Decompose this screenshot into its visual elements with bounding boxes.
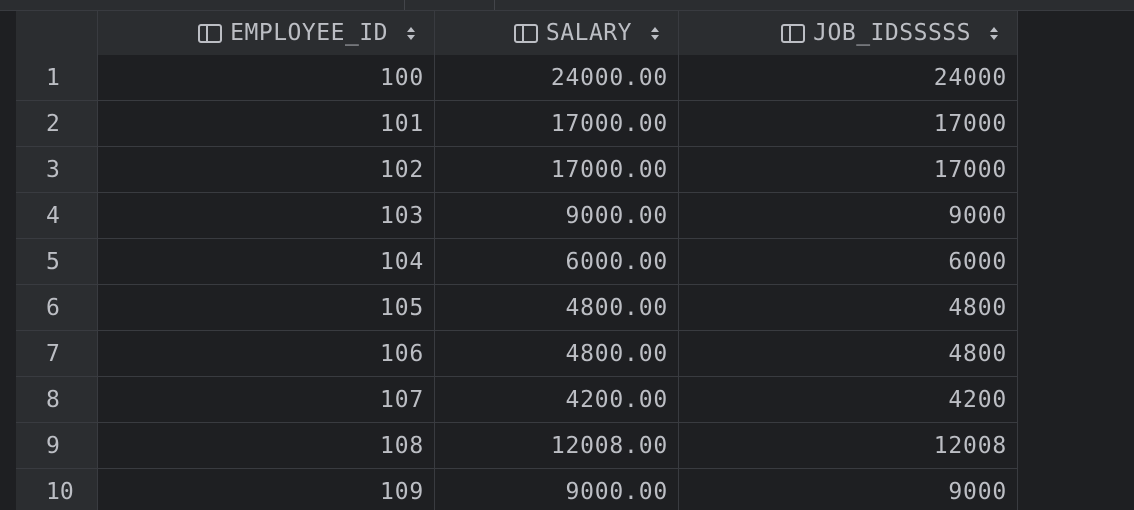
row-number[interactable]: 10 — [16, 469, 98, 510]
column-header-label: EMPLOYEE_ID — [230, 20, 388, 46]
table-row: 6 105 4800.00 4800 — [16, 285, 1018, 331]
cell-salary[interactable]: 12008.00 — [435, 423, 679, 469]
table-row: 3 102 17000.00 17000 — [16, 147, 1018, 193]
sort-icon[interactable] — [648, 26, 662, 40]
cell-job-idsssss[interactable]: 9000 — [679, 193, 1018, 239]
cell-job-idsssss[interactable]: 24000 — [679, 55, 1018, 101]
table-row: 2 101 17000.00 17000 — [16, 101, 1018, 147]
cell-employee-id[interactable]: 105 — [98, 285, 435, 331]
row-number[interactable]: 2 — [16, 101, 98, 147]
cell-employee-id[interactable]: 108 — [98, 423, 435, 469]
cell-salary[interactable]: 4800.00 — [435, 331, 679, 377]
table-row: 1 100 24000.00 24000 — [16, 55, 1018, 101]
cell-job-idsssss[interactable]: 4200 — [679, 377, 1018, 423]
cell-job-idsssss[interactable]: 17000 — [679, 147, 1018, 193]
header-row: EMPLOYEE_ID SALARY JOB_IDSSSSS — [16, 11, 1018, 56]
row-number[interactable]: 8 — [16, 377, 98, 423]
column-header-employee-id[interactable]: EMPLOYEE_ID — [98, 11, 435, 55]
sort-icon[interactable] — [404, 26, 418, 40]
sort-icon[interactable] — [987, 26, 1001, 40]
column-icon — [781, 23, 806, 43]
cell-job-idsssss[interactable]: 9000 — [679, 469, 1018, 510]
cell-employee-id[interactable]: 101 — [98, 101, 435, 147]
toolbar-separator — [494, 0, 495, 10]
row-number-header[interactable] — [16, 11, 98, 55]
cell-job-idsssss[interactable]: 4800 — [679, 285, 1018, 331]
row-number[interactable]: 6 — [16, 285, 98, 331]
cell-salary[interactable]: 9000.00 — [435, 469, 679, 510]
column-icon — [513, 23, 538, 43]
table-row: 9 108 12008.00 12008 — [16, 423, 1018, 469]
column-header-salary[interactable]: SALARY — [435, 11, 679, 55]
table-row: 8 107 4200.00 4200 — [16, 377, 1018, 423]
cell-salary[interactable]: 17000.00 — [435, 147, 679, 193]
cell-job-idsssss[interactable]: 6000 — [679, 239, 1018, 285]
row-number[interactable]: 1 — [16, 55, 98, 101]
cell-job-idsssss[interactable]: 4800 — [679, 331, 1018, 377]
cell-employee-id[interactable]: 106 — [98, 331, 435, 377]
table-row: 5 104 6000.00 6000 — [16, 239, 1018, 285]
results-viewer: EMPLOYEE_ID SALARY JOB_IDSSSSS 1 100 240… — [0, 0, 1134, 510]
column-header-job-idsssss[interactable]: JOB_IDSSSSS — [679, 11, 1018, 55]
cell-salary[interactable]: 6000.00 — [435, 239, 679, 285]
cell-employee-id[interactable]: 102 — [98, 147, 435, 193]
table-row: 10 109 9000.00 9000 — [16, 469, 1018, 510]
table-row: 4 103 9000.00 9000 — [16, 193, 1018, 239]
row-number[interactable]: 5 — [16, 239, 98, 285]
row-number[interactable]: 4 — [16, 193, 98, 239]
column-icon — [198, 23, 223, 43]
cell-employee-id[interactable]: 104 — [98, 239, 435, 285]
cell-salary[interactable]: 17000.00 — [435, 101, 679, 147]
cell-salary[interactable]: 4800.00 — [435, 285, 679, 331]
cell-salary[interactable]: 24000.00 — [435, 55, 679, 101]
cell-employee-id[interactable]: 103 — [98, 193, 435, 239]
cell-job-idsssss[interactable]: 12008 — [679, 423, 1018, 469]
cell-employee-id[interactable]: 107 — [98, 377, 435, 423]
cell-job-idsssss[interactable]: 17000 — [679, 101, 1018, 147]
table-row: 7 106 4800.00 4800 — [16, 331, 1018, 377]
cell-employee-id[interactable]: 100 — [98, 55, 435, 101]
cell-salary[interactable]: 4200.00 — [435, 377, 679, 423]
cell-employee-id[interactable]: 109 — [98, 469, 435, 510]
column-header-label: SALARY — [545, 20, 632, 46]
toolbar-separator — [404, 0, 405, 10]
column-header-label: JOB_IDSSSSS — [813, 20, 971, 46]
cell-salary[interactable]: 9000.00 — [435, 193, 679, 239]
toolbar-strip — [0, 0, 1134, 11]
row-number[interactable]: 7 — [16, 331, 98, 377]
row-number[interactable]: 9 — [16, 423, 98, 469]
row-number[interactable]: 3 — [16, 147, 98, 193]
